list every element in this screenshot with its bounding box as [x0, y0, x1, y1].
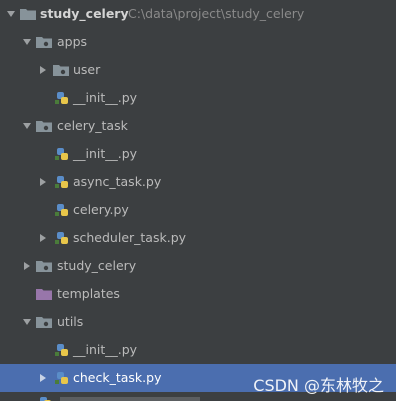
tree-row-apps-init[interactable]: __init__.py [0, 84, 396, 112]
tree-label-utils: utils [57, 314, 84, 329]
chevron-down-icon[interactable] [22, 37, 32, 47]
chevron-right-icon[interactable] [38, 233, 48, 243]
python-file-icon [55, 372, 68, 384]
tree-label-apps-init: __init__.py [73, 90, 138, 105]
python-file-icon [55, 92, 68, 104]
tree-row-study-celery[interactable]: study_celery [0, 252, 396, 280]
python-file-icon [55, 176, 68, 188]
tree-row-celery-py[interactable]: celery.py [0, 196, 396, 224]
folder-icon [20, 9, 36, 20]
tree-label-user: user [73, 62, 101, 77]
package-folder-icon [36, 121, 52, 132]
tree-row-celery-task[interactable]: celery_task [0, 112, 396, 140]
python-file-icon [55, 204, 68, 216]
tree-row-utils-init[interactable]: __init__.py [0, 336, 396, 364]
tree-row-utils[interactable]: utils [0, 308, 396, 336]
tree-label-scheduler-task: scheduler_task.py [73, 230, 187, 245]
package-folder-icon [36, 261, 52, 272]
project-tree: study_celery C:\data\project\study_celer… [0, 0, 396, 401]
package-folder-icon [36, 37, 52, 48]
python-file-icon [55, 232, 68, 244]
tree-label-apps: apps [57, 34, 88, 49]
chevron-right-icon[interactable] [38, 177, 48, 187]
tree-label-check-task: check_task.py [73, 370, 162, 385]
chevron-right-icon[interactable] [22, 261, 32, 271]
tree-row-project-root[interactable]: study_celery C:\data\project\study_celer… [0, 0, 396, 28]
python-file-icon [55, 148, 68, 160]
tree-row-async-task[interactable]: async_task.py [0, 168, 396, 196]
package-folder-icon [53, 65, 69, 76]
package-folder-icon [36, 317, 52, 328]
tree-row-templates[interactable]: templates [0, 280, 396, 308]
tree-row-scheduler-task[interactable]: scheduler_task.py [0, 224, 396, 252]
tree-label-celery-task-init: __init__.py [73, 146, 138, 161]
tree-label-celery-task: celery_task [57, 118, 128, 133]
tree-label-templates: templates [57, 286, 120, 301]
chevron-down-icon[interactable] [22, 317, 32, 327]
watermark: CSDN @东林牧之 [253, 376, 384, 395]
project-name: study_celery [40, 6, 129, 21]
tree-row-apps[interactable]: apps [0, 28, 396, 56]
partial-label-fragment [60, 397, 200, 401]
tree-label-study-celery: study_celery [57, 258, 137, 273]
tree-row-user[interactable]: user [0, 56, 396, 84]
project-path: C:\data\project\study_celery [128, 6, 305, 21]
tree-label-celery-py: celery.py [73, 202, 129, 217]
chevron-down-icon[interactable] [6, 9, 16, 19]
tree-row-celery-task-init[interactable]: __init__.py [0, 140, 396, 168]
tree-label-utils-init: __init__.py [73, 342, 138, 357]
python-file-icon [55, 344, 68, 356]
chevron-right-icon[interactable] [38, 65, 48, 75]
tree-label-async-task: async_task.py [73, 174, 162, 189]
chevron-down-icon[interactable] [22, 121, 32, 131]
chevron-right-icon[interactable] [38, 373, 48, 383]
python-file-icon [40, 397, 51, 401]
templates-folder-icon [36, 289, 52, 300]
